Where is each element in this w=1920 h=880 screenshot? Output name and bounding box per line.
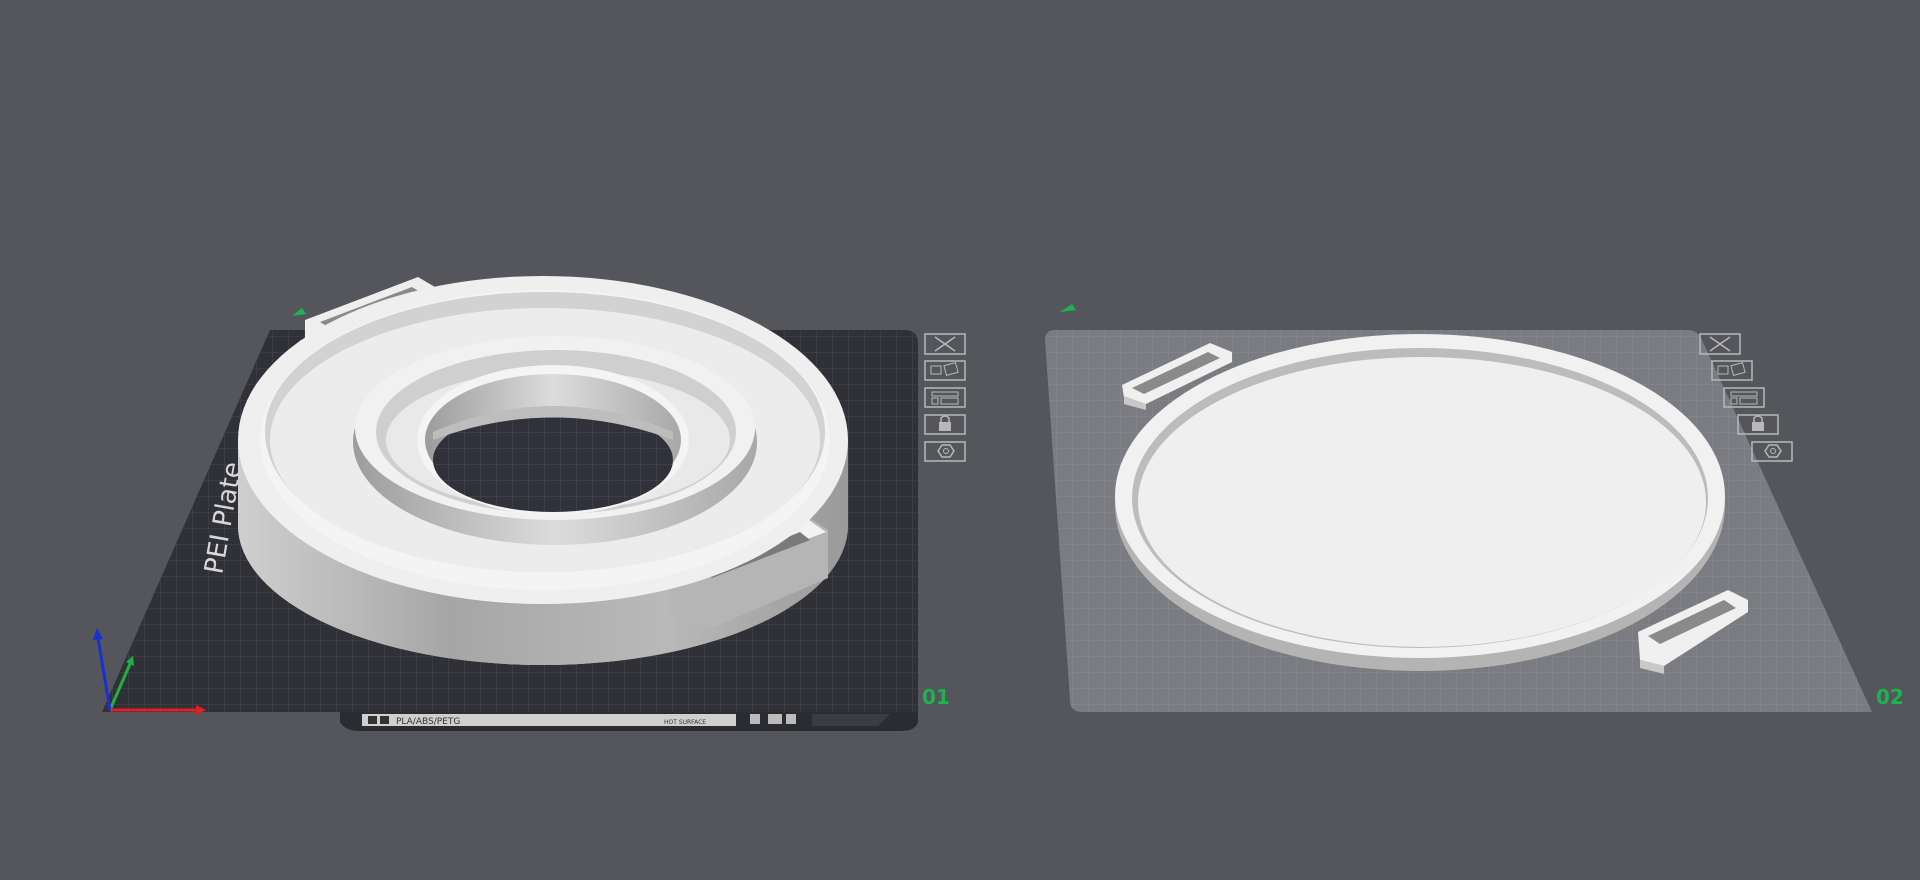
plate-02[interactable]: 02 <box>1045 304 1904 712</box>
settings-icon[interactable] <box>924 441 966 462</box>
bed-strip-surface: HOT SURFACE <box>664 719 706 726</box>
plate-01-toolbar <box>924 333 966 462</box>
close-icon[interactable] <box>924 333 966 355</box>
plate-01[interactable]: PLA/ABS/PETG HOT SURFACE PEI Plate 01 <box>102 276 966 731</box>
plate-marker-icon <box>1060 304 1076 312</box>
z-axis-icon <box>96 637 112 711</box>
plate-number-01[interactable]: 01 <box>922 685 950 709</box>
lock-icon[interactable] <box>1737 414 1779 435</box>
plate-marker-icon <box>292 308 306 316</box>
arrange-icon[interactable] <box>924 360 966 381</box>
ring-adapter-object[interactable] <box>238 276 848 665</box>
3d-viewport[interactable]: PLA/ABS/PETG HOT SURFACE PEI Plate 01 02 <box>0 0 1920 876</box>
settings-icon[interactable] <box>1751 441 1793 462</box>
orient-icon[interactable] <box>924 387 966 408</box>
lock-icon[interactable] <box>924 414 966 435</box>
bed-strip-material: PLA/ABS/PETG <box>396 717 460 727</box>
plate-number-02[interactable]: 02 <box>1876 685 1904 709</box>
